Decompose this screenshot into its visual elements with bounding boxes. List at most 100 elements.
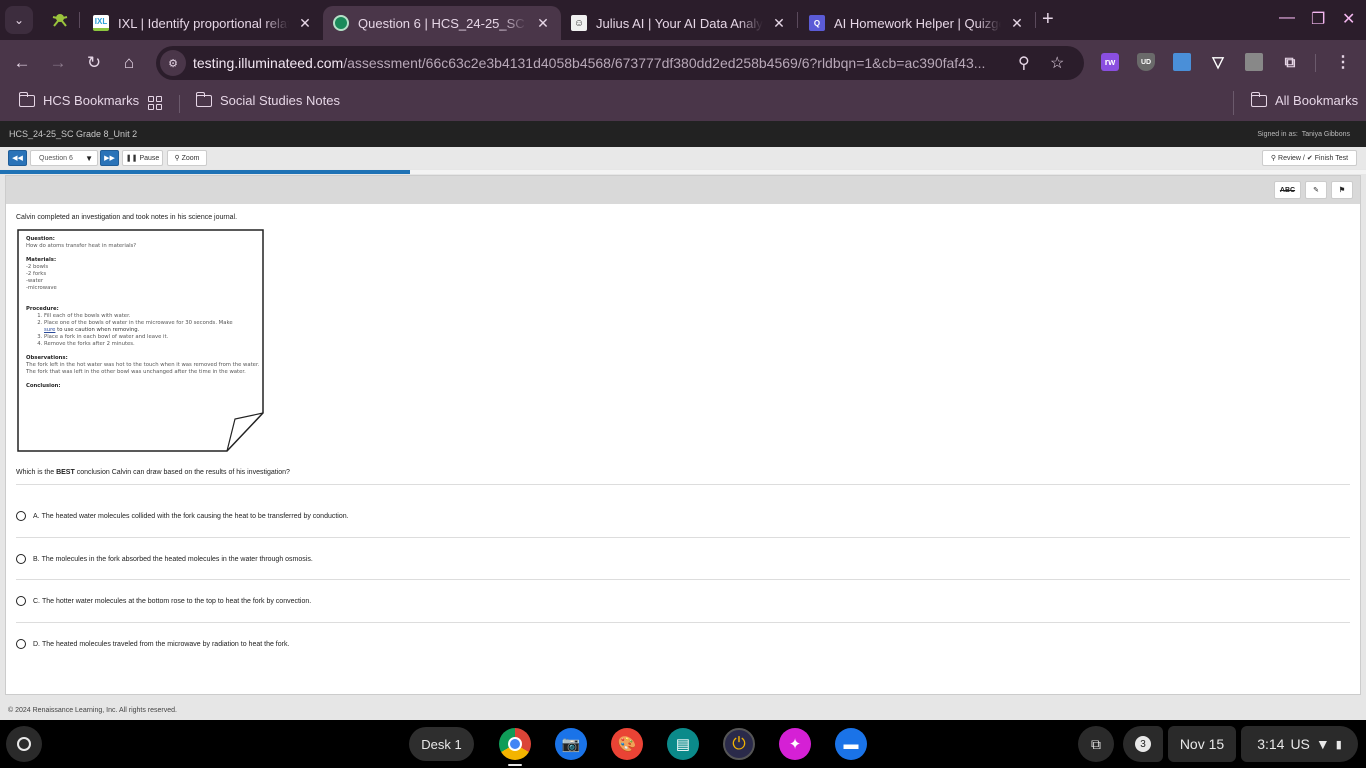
pause-button[interactable]: ❚❚ Pause: [122, 150, 163, 166]
extension-icon[interactable]: [1173, 53, 1191, 71]
forward-button[interactable]: →: [47, 52, 69, 74]
bookmark-hcs[interactable]: HCS Bookmarks: [18, 91, 139, 108]
chrome-icon[interactable]: [499, 728, 531, 760]
tab-separator: [797, 12, 798, 28]
search-icon: ⚲: [1270, 155, 1277, 162]
canvas-icon[interactable]: 🎨: [611, 728, 643, 760]
edit-icon: ✎: [1313, 187, 1319, 194]
tab-quizgecko[interactable]: Q AI Homework Helper | Quizgeck ✕: [799, 6, 1035, 40]
julius-icon: ☺: [571, 15, 587, 31]
answer-choice-b[interactable]: B. The molecules in the fork absorbed th…: [16, 554, 313, 564]
question-panel: ABC ✎ ⚑ Calvin completed an investigatio…: [5, 175, 1361, 695]
shield-extension-icon[interactable]: ▽: [1209, 53, 1227, 71]
gallery-icon[interactable]: ✦: [779, 728, 811, 760]
close-icon[interactable]: ✕: [297, 15, 313, 32]
progress-fill: [0, 170, 410, 174]
files-icon[interactable]: ▬: [835, 728, 867, 760]
power-icon[interactable]: ⏻: [723, 728, 755, 760]
notes-button[interactable]: ✎: [1305, 181, 1327, 199]
arrow-right-icon: →: [49, 53, 67, 72]
science-journal-image: Question: How do atoms transfer heat in …: [17, 229, 265, 452]
previous-question-button[interactable]: ◀◀: [8, 150, 27, 166]
browser-toolbar: ← → ↻ ⌂ ⚙ testing.illuminateed.com/asses…: [0, 40, 1366, 85]
flag-button[interactable]: ⚑: [1331, 181, 1353, 199]
status-area[interactable]: 3:14 US ▼ ▮: [1241, 726, 1358, 762]
flag-icon: ⚑: [1338, 187, 1346, 194]
site-info-icon[interactable]: ⚙: [160, 50, 186, 76]
puzzle-icon[interactable]: ⧉: [1281, 53, 1299, 71]
copyright-footer: © 2024 Renaissance Learning, Inc. All ri…: [8, 707, 177, 714]
restore-button[interactable]: ❐: [1311, 9, 1325, 29]
minimize-button[interactable]: —: [1279, 9, 1295, 27]
toolbar-separator: [1315, 54, 1316, 72]
apps-button[interactable]: [148, 96, 162, 110]
tab-strip: ⌄ IXL IXL | Identify proportional relati…: [0, 0, 1366, 40]
question-prompt: Which is the BEST conclusion Calvin can …: [16, 469, 290, 476]
radio-button[interactable]: [16, 639, 26, 649]
next-question-button[interactable]: ▶▶: [100, 150, 119, 166]
question-stem: Calvin completed an investigation and to…: [16, 214, 238, 221]
menu-kebab-icon[interactable]: ⋮: [1334, 53, 1352, 71]
all-bookmarks[interactable]: All Bookmarks: [1250, 91, 1358, 108]
pinned-tab[interactable]: [50, 10, 70, 30]
question-select[interactable]: Question 6 ▼: [30, 150, 98, 166]
folder-icon: [1250, 91, 1267, 107]
home-button[interactable]: ⌂: [118, 52, 140, 74]
bookmark-social-studies[interactable]: Social Studies Notes: [195, 91, 340, 108]
answer-choice-c[interactable]: C. The hotter water molecules at the bot…: [16, 596, 311, 606]
fast-forward-icon: ▶▶: [104, 155, 115, 162]
reload-button[interactable]: ↻: [83, 52, 105, 74]
notification-count: 3: [1135, 736, 1151, 752]
battery-icon: ▮: [1335, 738, 1342, 751]
url-text[interactable]: testing.illuminateed.com/assessment/66c6…: [193, 55, 985, 71]
close-icon[interactable]: ✕: [771, 15, 787, 32]
tab-title: IXL | Identify proportional relati: [118, 15, 289, 31]
test-toolbar: ◀◀ Question 6 ▼ ▶▶ ❚❚ Pause ⚲ Zoom ⚲ Review …: [0, 147, 1366, 169]
app-icon[interactable]: ▤: [667, 728, 699, 760]
date-button[interactable]: Nov 15: [1168, 726, 1236, 762]
extension-icon[interactable]: [1245, 53, 1263, 71]
desk-button[interactable]: Desk 1: [409, 727, 474, 761]
answer-eliminator-button[interactable]: ABC: [1274, 181, 1301, 199]
answer-choice-d[interactable]: D. The heated molecules traveled from th…: [16, 639, 289, 649]
reload-icon: ↻: [86, 53, 102, 72]
journal-text: Question: How do atoms transfer heat in …: [26, 236, 263, 390]
close-window-button[interactable]: ✕: [1342, 9, 1355, 29]
tab-question-6[interactable]: Question 6 | HCS_24-25_SC Gra ✕: [323, 6, 561, 40]
close-icon[interactable]: ✕: [535, 15, 551, 32]
radio-button[interactable]: [16, 554, 26, 564]
readwrite-extension-icon[interactable]: rw: [1101, 53, 1119, 71]
back-button[interactable]: ←: [11, 52, 33, 74]
address-bar[interactable]: ⚙ testing.illuminateed.com/assessment/66…: [156, 46, 1084, 80]
question-tools: ABC ✎ ⚑: [6, 176, 1360, 204]
divider: [16, 622, 1350, 623]
apps-grid-icon: [148, 96, 162, 110]
signed-in-info: Signed in as: Taniya Gibbons: [1257, 131, 1350, 138]
launcher-button[interactable]: [6, 726, 42, 762]
tab-julius[interactable]: ☺ Julius AI | Your AI Data Analyst ✕: [561, 6, 797, 40]
illuminate-icon: [333, 15, 349, 31]
zoom-button[interactable]: ⚲ Zoom: [167, 150, 207, 166]
close-icon[interactable]: ✕: [1009, 15, 1025, 32]
radio-button[interactable]: [16, 596, 26, 606]
ublock-extension-icon[interactable]: UD: [1137, 53, 1155, 71]
app-header: HCS_24-25_SC Grade 8_Unit 2 Signed in as…: [0, 121, 1366, 147]
camera-icon[interactable]: 📷: [555, 728, 587, 760]
tab-ixl[interactable]: IXL IXL | Identify proportional relati ✕: [83, 6, 323, 40]
new-tab-button[interactable]: +: [1042, 9, 1054, 29]
home-icon: ⌂: [123, 53, 135, 72]
pause-icon: ❚❚: [125, 155, 138, 162]
radio-button[interactable]: [16, 511, 26, 521]
tab-separator: [1035, 12, 1036, 28]
holding-space-button[interactable]: ⧉: [1078, 726, 1114, 762]
review-finish-button[interactable]: ⚲ Review / ✔ Finish Test: [1262, 150, 1357, 166]
bookmark-star-icon[interactable]: ☆: [1050, 53, 1064, 73]
answer-choice-a[interactable]: A. The heated water molecules collided w…: [16, 511, 349, 521]
tab-search-button[interactable]: ⌄: [5, 6, 33, 34]
zoom-magnifier-icon[interactable]: ⚲: [1018, 53, 1030, 73]
progress-bar: [0, 170, 1366, 174]
chevron-down-icon: ⌄: [13, 13, 25, 27]
quizgecko-icon: Q: [809, 15, 825, 31]
notifications-button[interactable]: 3: [1123, 726, 1163, 762]
bookmarks-bar: HCS Bookmarks Social Studies Notes All B…: [0, 85, 1366, 121]
